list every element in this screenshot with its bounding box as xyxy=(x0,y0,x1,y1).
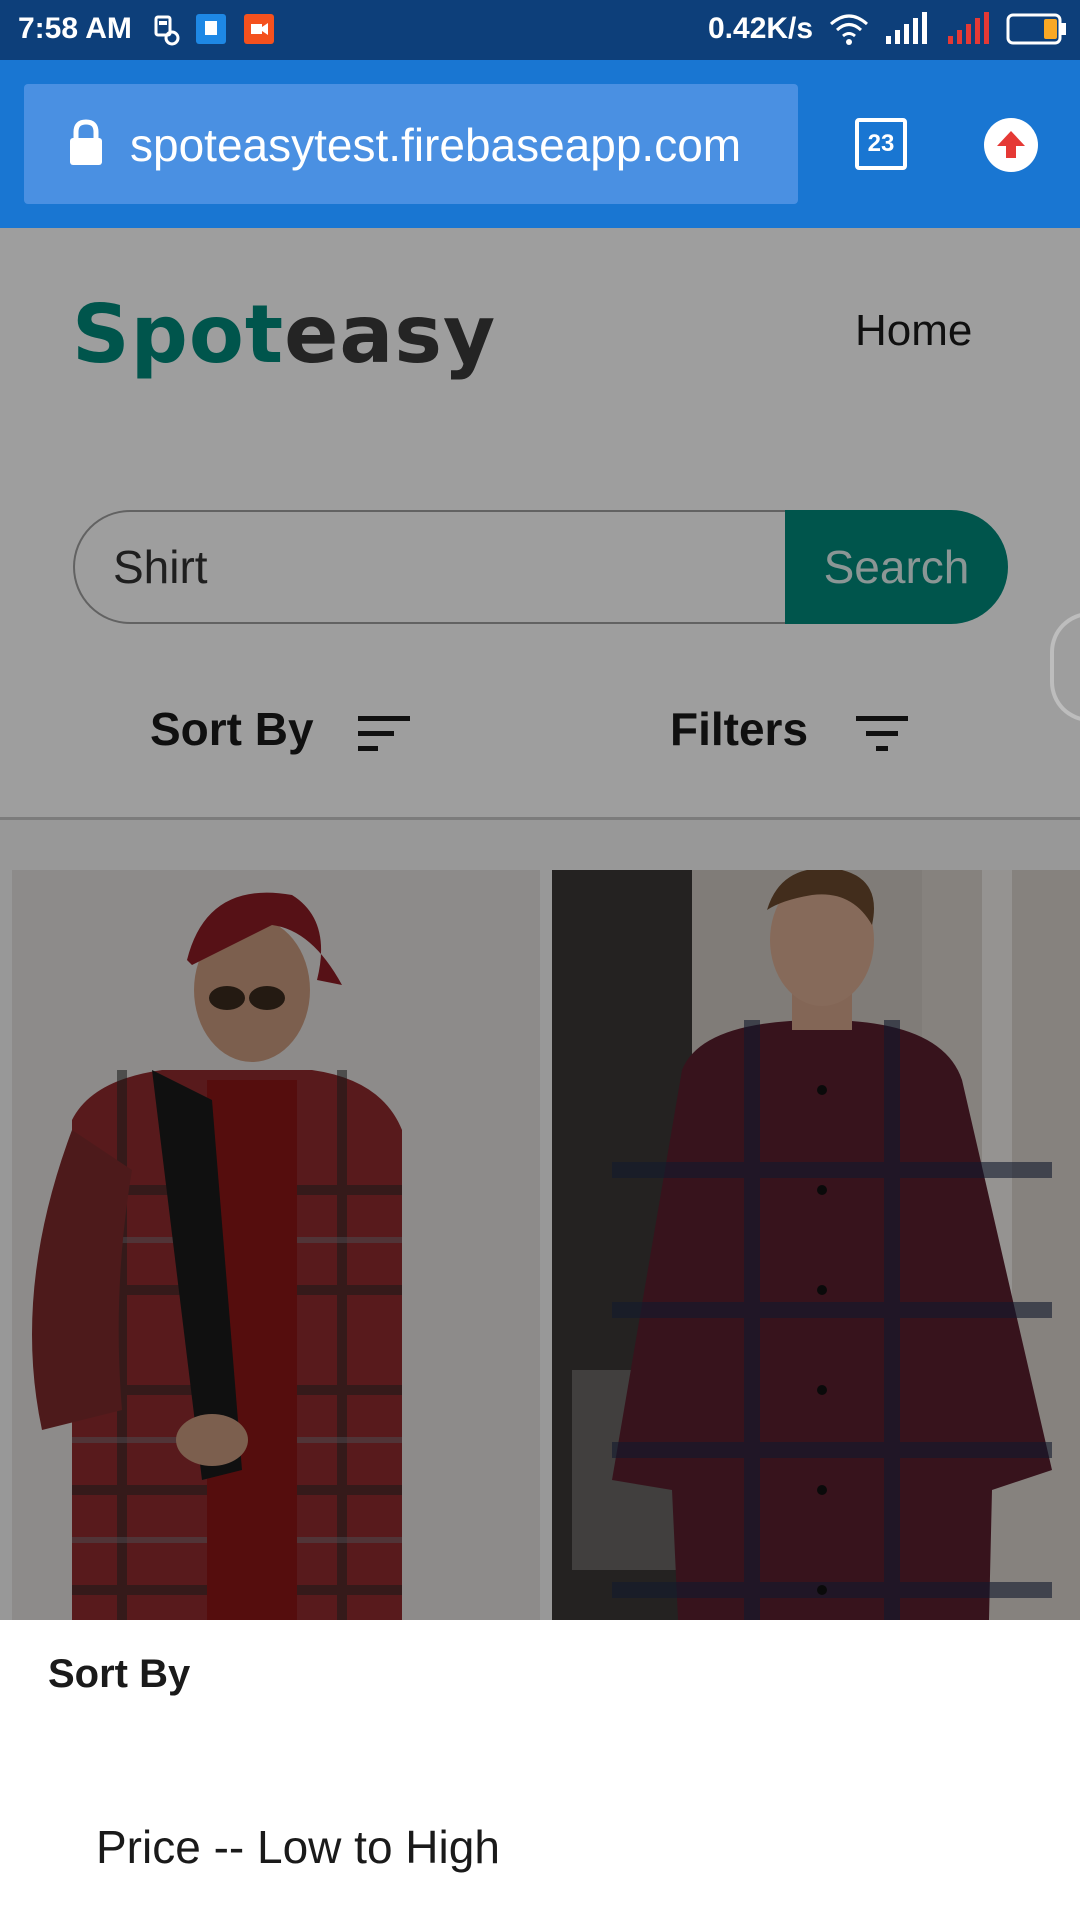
notification-app-icon xyxy=(196,14,226,49)
browser-bar: spoteasytest.firebaseapp.com 23 xyxy=(0,60,1080,228)
address-bar[interactable]: spoteasytest.firebaseapp.com xyxy=(24,84,798,204)
url-text: spoteasytest.firebaseapp.com xyxy=(130,119,742,171)
network-speed: 0.42K/s xyxy=(708,12,814,45)
update-button[interactable] xyxy=(984,118,1038,172)
status-time: 7:58 AM xyxy=(18,12,132,45)
wifi-icon xyxy=(828,12,870,53)
sort-bottom-sheet: Sort By Price -- Low to High xyxy=(0,1620,1080,1920)
signal-no-service-icon xyxy=(946,12,992,51)
signal-icon xyxy=(884,12,930,51)
sheet-title: Sort By xyxy=(48,1652,191,1696)
data-saver-icon xyxy=(152,14,182,51)
tab-switcher-button[interactable]: 23 xyxy=(855,118,907,170)
battery-icon xyxy=(1006,12,1068,51)
update-arrow-icon xyxy=(997,131,1025,158)
lock-icon xyxy=(66,119,106,172)
status-bar: 7:58 AM 0.42K/s xyxy=(0,0,1080,60)
video-app-icon xyxy=(244,14,274,49)
sort-option-price-low-high[interactable]: Price -- Low to High xyxy=(96,1820,500,1874)
screen: 7:58 AM 0.42K/s spoteasytest.firebaseapp… xyxy=(0,0,1080,1920)
